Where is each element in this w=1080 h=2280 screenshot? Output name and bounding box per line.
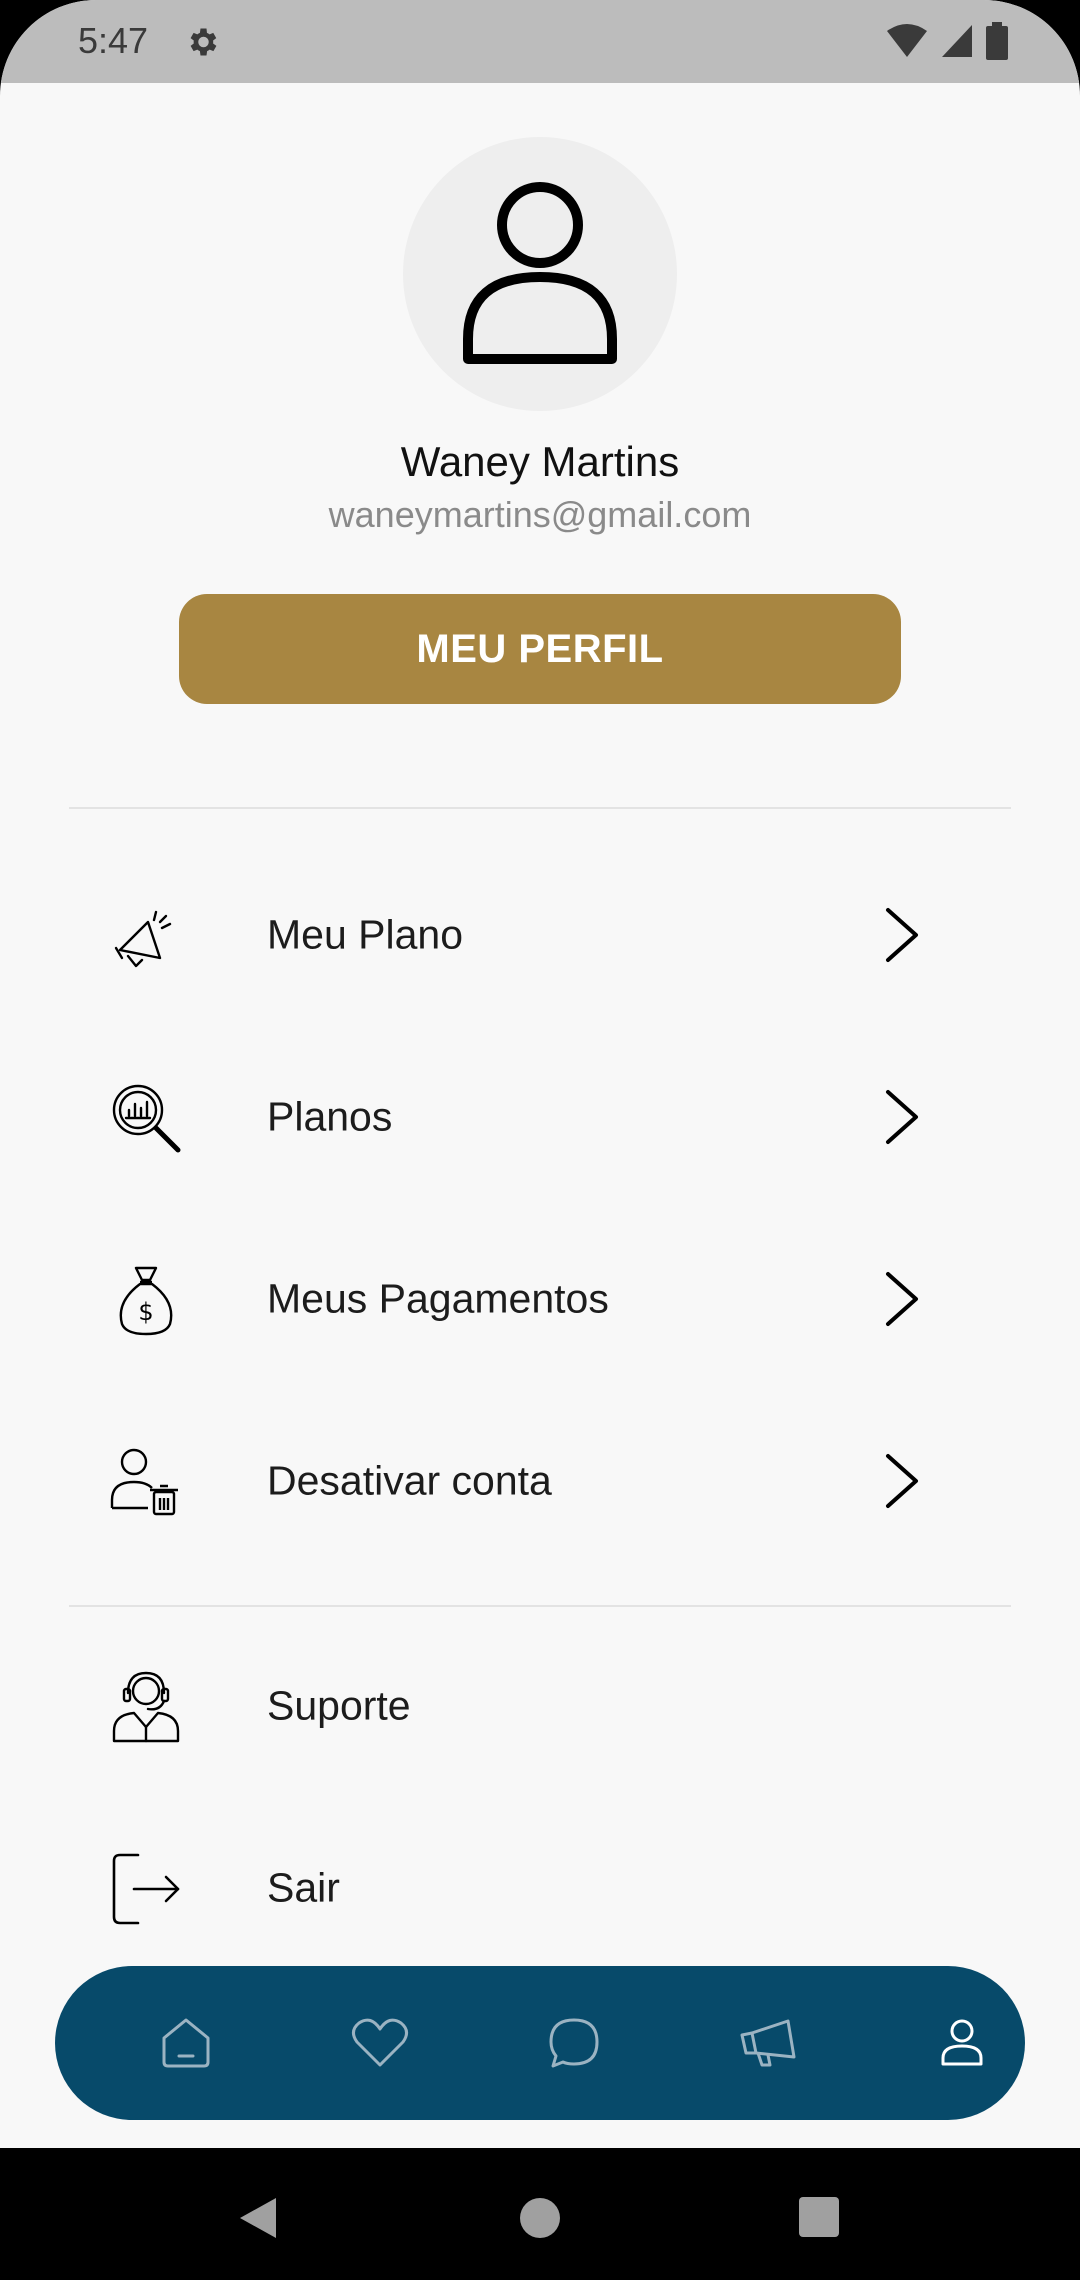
user-delete-icon (110, 1448, 178, 1516)
status-bar: 5:47 (0, 0, 1080, 83)
avatar[interactable] (403, 137, 677, 411)
user-icon (941, 2019, 983, 2066)
chevron-right-icon (886, 908, 918, 962)
menu-item-meus-pagamentos[interactable]: $ Meus Pagamentos (0, 1224, 1080, 1374)
menu-item-suporte[interactable]: Suporte (0, 1631, 1080, 1781)
nav-home[interactable] (151, 2008, 221, 2078)
megaphone-icon (740, 2019, 796, 2067)
magnifier-chart-icon (112, 1084, 181, 1153)
logout-icon (112, 1853, 180, 1925)
svg-text:$: $ (138, 1298, 153, 1326)
divider (69, 807, 1011, 809)
phone-frame: 5:47 Waney Martins waneymartins@gmail.co… (0, 0, 1080, 2280)
bottom-navigation (55, 1966, 1025, 2120)
settings-gear-icon (190, 28, 217, 56)
cell-signal-icon (942, 25, 972, 57)
battery-icon (986, 22, 1008, 60)
user-name: Waney Martins (400, 438, 680, 485)
nav-chat[interactable] (539, 2008, 609, 2078)
app-screen: 5:47 Waney Martins waneymartins@gmail.co… (0, 0, 1080, 2148)
menu-item-meu-plano[interactable]: Meu Plano (0, 860, 1080, 1010)
support-agent-icon (112, 1671, 180, 1743)
home-circle-icon[interactable] (518, 2196, 562, 2240)
system-navigation-bar (0, 2148, 1080, 2280)
menu-item-label: Planos (267, 1093, 393, 1140)
money-bag-icon: $ (119, 1266, 173, 1336)
menu-item-label: Sair (267, 1864, 340, 1911)
home-icon (162, 2018, 210, 2068)
my-profile-button[interactable]: MEU PERFIL (179, 594, 901, 704)
back-icon[interactable] (236, 2196, 280, 2240)
heart-icon (352, 2018, 408, 2067)
recents-icon[interactable] (798, 2196, 840, 2238)
divider (69, 1605, 1011, 1607)
menu-item-label: Meus Pagamentos (267, 1275, 609, 1322)
nav-profile[interactable] (927, 2008, 997, 2078)
megaphone-icon (114, 910, 172, 968)
chevron-right-icon (886, 1090, 918, 1144)
chevron-right-icon (886, 1454, 918, 1508)
user-email: waneymartins@gmail.com (328, 494, 752, 535)
chevron-right-icon (886, 1272, 918, 1326)
chat-icon (549, 2018, 599, 2068)
menu-item-desativar-conta[interactable]: Desativar conta (0, 1406, 1080, 1556)
status-indicators (886, 22, 1008, 60)
nav-favorites[interactable] (345, 2008, 415, 2078)
menu-item-sair[interactable]: Sair (0, 1813, 1080, 1963)
nav-announcements[interactable] (733, 2008, 803, 2078)
wifi-icon (887, 24, 927, 57)
menu-item-label: Meu Plano (267, 911, 464, 958)
status-time: 5:47 (78, 20, 149, 61)
menu-item-planos[interactable]: Planos (0, 1042, 1080, 1192)
user-avatar-icon (463, 182, 617, 364)
menu-item-label: Suporte (267, 1682, 411, 1729)
menu-item-label: Desativar conta (267, 1457, 552, 1504)
